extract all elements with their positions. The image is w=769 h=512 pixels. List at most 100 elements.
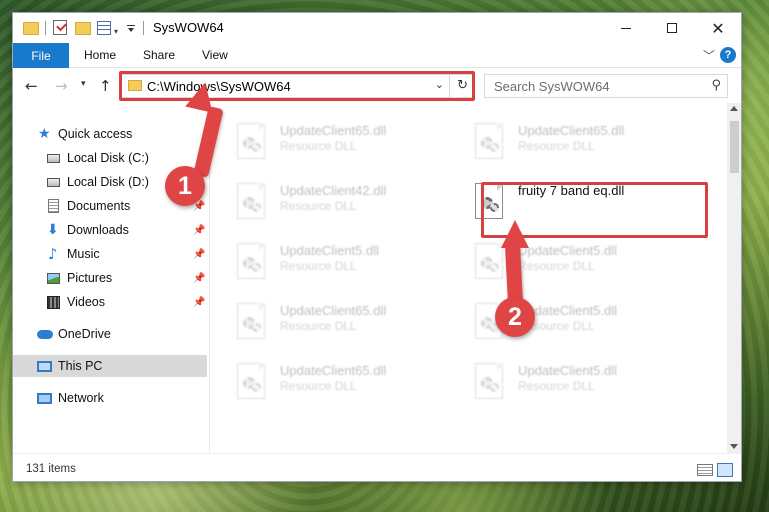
sidebar-item-pictures[interactable]: Pictures 📌: [13, 267, 207, 289]
address-divider: [449, 75, 450, 97]
file-name: UpdateClient5.dll: [518, 243, 618, 258]
tab-file[interactable]: File: [13, 43, 69, 68]
sidebar-item-label: Videos: [67, 295, 105, 309]
file-name: UpdateClient5.dll: [280, 243, 380, 258]
drive-icon: [47, 153, 60, 163]
search-input[interactable]: Search SysWOW64 ⚲: [484, 74, 728, 98]
tab-view[interactable]: View: [202, 48, 228, 62]
up-arrow-icon[interactable]: ↑: [99, 77, 112, 95]
annotation-arrowhead-2: [501, 220, 529, 248]
file-item[interactable]: UpdateClient5.dll Resource DLL: [210, 237, 440, 283]
file-type: Resource DLL: [280, 259, 357, 273]
pin-icon[interactable]: 📌: [193, 273, 205, 284]
dll-file-icon: [475, 183, 508, 221]
dll-file-icon: [237, 183, 270, 221]
file-name: UpdateClient65.dll: [280, 303, 387, 318]
sidebar-item-downloads[interactable]: ⬇ Downloads 📌: [13, 219, 207, 241]
scroll-up-arrow-icon[interactable]: [730, 106, 738, 111]
pin-icon[interactable]: 📌: [193, 297, 205, 308]
sidebar-item-network[interactable]: Network: [13, 387, 207, 409]
file-type: Resource DLL: [280, 319, 357, 333]
file-item[interactable]: UpdateClient5.dll Resource DLL: [448, 297, 678, 343]
pin-icon[interactable]: 📌: [193, 249, 205, 260]
address-bar[interactable]: C:\Windows\SysWOW64 ⌄ ↻: [121, 74, 473, 98]
sidebar-item-quick-access[interactable]: ★ Quick access: [13, 123, 207, 145]
maximize-button[interactable]: [649, 13, 695, 43]
pin-icon[interactable]: 📌: [193, 225, 205, 236]
close-button[interactable]: ✕: [695, 13, 741, 43]
sidebar-item-label: This PC: [58, 359, 103, 373]
file-item[interactable]: UpdateClient5.dll Resource DLL: [448, 237, 678, 283]
sidebar-item-this-pc[interactable]: This PC: [13, 355, 207, 377]
status-bar: 131 items: [13, 453, 741, 481]
close-icon: ✕: [711, 18, 725, 38]
details-view-icon[interactable]: [697, 464, 713, 476]
file-type: Resource DLL: [518, 379, 595, 393]
tab-home[interactable]: Home: [84, 48, 116, 62]
search-placeholder: Search SysWOW64: [494, 79, 610, 94]
help-icon[interactable]: ?: [720, 47, 736, 63]
file-item[interactable]: UpdateClient65.dll Resource DLL: [210, 117, 440, 163]
scroll-down-arrow-icon[interactable]: [730, 444, 738, 449]
rename-icon[interactable]: [97, 21, 111, 35]
dll-file-icon: [237, 303, 270, 341]
search-icon[interactable]: ⚲: [711, 78, 721, 93]
file-type: Resource DLL: [518, 139, 595, 153]
window-title: SysWOW64: [153, 20, 224, 35]
large-icons-view-icon[interactable]: [717, 463, 733, 477]
address-row: ← → ▾ ↑ C:\Windows\SysWOW64 ⌄ ↻ Search S…: [13, 69, 741, 103]
dll-file-icon: [237, 243, 270, 281]
toolbar-divider: [45, 21, 46, 35]
vertical-scrollbar[interactable]: [727, 103, 741, 453]
file-item[interactable]: UpdateClient65.dll Resource DLL: [210, 357, 440, 403]
this-pc-icon: [37, 360, 52, 372]
dll-file-icon: [475, 123, 508, 161]
file-type: Resource DLL: [280, 199, 357, 213]
sidebar-item-label: OneDrive: [58, 327, 111, 341]
minimize-button[interactable]: [603, 13, 649, 43]
downloads-icon: ⬇: [47, 222, 59, 238]
file-name: fruity 7 band eq.dll: [518, 183, 625, 198]
step-2-badge: 2: [495, 297, 535, 337]
sidebar-item-onedrive[interactable]: OneDrive: [13, 323, 207, 345]
network-icon: [37, 392, 52, 404]
quick-access-dropdown-icon[interactable]: ▾: [114, 23, 118, 39]
file-name: UpdateClient65.dll: [518, 123, 625, 138]
customize-toolbar-icon[interactable]: [127, 25, 135, 32]
file-item-fruity-7-band-eq[interactable]: fruity 7 band eq.dll: [448, 177, 678, 223]
videos-icon: [47, 295, 60, 309]
sidebar-item-videos[interactable]: Videos 📌: [13, 291, 207, 313]
recent-locations-chevron-icon[interactable]: ▾: [81, 79, 86, 89]
file-item[interactable]: UpdateClient5.dll Resource DLL: [448, 357, 678, 403]
sidebar-item-label: Network: [58, 391, 104, 405]
sidebar-item-music[interactable]: ♪ Music 📌: [13, 243, 207, 265]
music-icon: ♪: [48, 245, 58, 263]
onedrive-icon: [37, 329, 53, 339]
file-item[interactable]: UpdateClient65.dll Resource DLL: [210, 297, 440, 343]
properties-check-icon[interactable]: [53, 20, 67, 35]
file-name: UpdateClient42.dll: [280, 183, 387, 198]
file-type: Resource DLL: [280, 139, 357, 153]
dll-file-icon: [475, 243, 508, 281]
title-bar: ▾ SysWOW64 ✕: [13, 13, 741, 43]
scrollbar-thumb[interactable]: [730, 121, 739, 173]
file-item[interactable]: UpdateClient42.dll Resource DLL: [210, 177, 440, 223]
forward-arrow-icon[interactable]: →: [55, 77, 68, 95]
sidebar-item-label: Music: [67, 247, 100, 261]
file-name: UpdateClient65.dll: [280, 123, 387, 138]
sidebar-item-label: Local Disk (C:): [67, 151, 149, 165]
step-1-badge: 1: [165, 166, 205, 206]
pictures-icon: [47, 272, 60, 284]
minimize-icon: [621, 27, 631, 29]
file-type: Resource DLL: [280, 379, 357, 393]
file-list: UpdateClient65.dll Resource DLL UpdateCl…: [210, 103, 727, 453]
expand-ribbon-chevron-icon[interactable]: ﹀: [703, 47, 715, 64]
back-arrow-icon[interactable]: ←: [25, 77, 38, 95]
tab-share[interactable]: Share: [143, 48, 175, 62]
address-dropdown-chevron-icon[interactable]: ⌄: [435, 78, 444, 91]
sidebar-item-local-disk-c[interactable]: Local Disk (C:): [13, 147, 207, 169]
address-path[interactable]: C:\Windows\SysWOW64: [147, 79, 291, 94]
file-item[interactable]: UpdateClient65.dll Resource DLL: [448, 117, 678, 163]
refresh-icon[interactable]: ↻: [457, 78, 468, 93]
new-folder-icon[interactable]: [75, 22, 91, 35]
